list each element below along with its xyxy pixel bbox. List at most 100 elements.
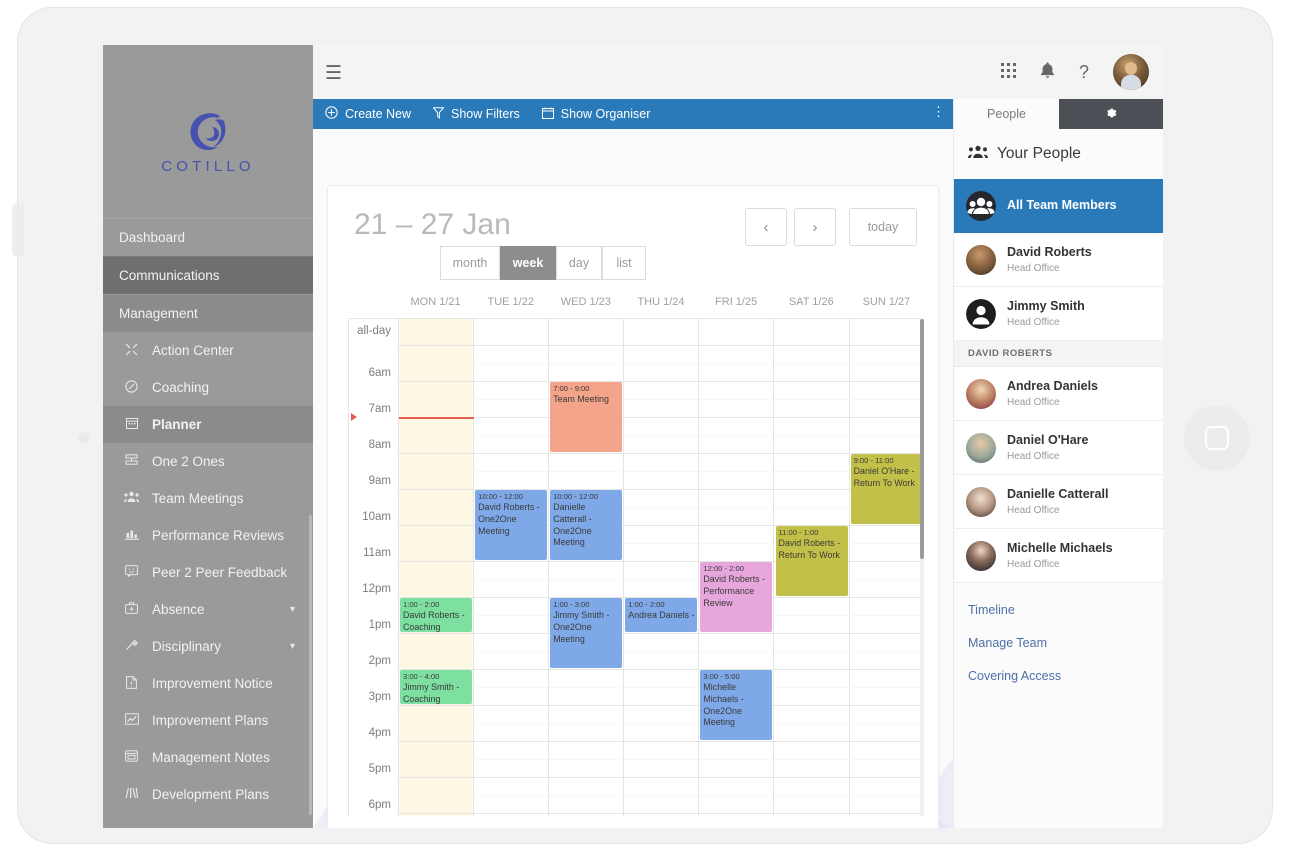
tab-settings[interactable] [1059,99,1163,129]
create-new-button[interactable]: Create New [325,106,411,122]
person-row-michelle-michaels[interactable]: Michelle Michaels Head Office [954,529,1163,583]
next-week-button[interactable]: › [794,208,836,246]
avatar [966,378,996,409]
half-hour-line [399,651,924,652]
person-row-danielle-catterall[interactable]: Danielle Catterall Head Office [954,475,1163,529]
sidebar-item-label: Performance Reviews [152,528,285,543]
person-office: Head Office [1007,450,1060,462]
view-button-list[interactable]: list [602,246,646,280]
calendar-event[interactable]: 12:00 - 2:00 David Roberts - Performance … [700,562,773,632]
sidebar-item-improvement-plans[interactable]: Improvement Plans [103,702,313,739]
event-title: David Roberts - One2One Meeting [478,502,540,536]
half-hour-line [399,471,924,472]
sidebar-item-team-meetings[interactable]: Team Meetings [103,480,313,517]
hour-line [399,633,924,634]
person-row-all-team-members[interactable]: All Team Members [954,179,1163,233]
user-avatar[interactable] [1113,54,1149,90]
view-button-week[interactable]: week [500,246,556,280]
avatar [966,540,996,571]
person-row-daniel-o-hare[interactable]: Daniel O'Hare Head Office [954,421,1163,475]
event-title: Jimmy Smith - One2One Meeting [553,610,610,644]
event-title: David Roberts - Coaching [403,610,465,632]
panel-link-timeline[interactable]: Timeline [968,603,1163,617]
sidebar-item-label: Absence [152,602,205,617]
sidebar-scrollbar[interactable] [309,515,312,815]
person-info: Daniel O'Hare Head Office [1007,433,1088,462]
sidebar-item-disciplinary[interactable]: Disciplinary ▾ [103,628,313,665]
sidebar-item-communications[interactable]: Communications [103,256,313,294]
hour-line [399,417,924,418]
event-time: 12:00 - 2:00 [703,564,744,573]
calendar-event[interactable]: 1:00 - 3:00 Jimmy Smith - One2One Meeting [550,598,623,668]
calendar-scrollbar-thumb[interactable] [920,319,924,559]
sidebar-item-development-plans[interactable]: Development Plans [103,776,313,813]
sidebar-item-management[interactable]: Management [103,294,313,332]
sidebar-item-improvement-notice[interactable]: Improvement Notice [103,665,313,702]
view-button-month[interactable]: month [440,246,500,280]
tab-people[interactable]: People [954,99,1059,129]
previous-week-button[interactable]: ‹ [745,208,787,246]
calendar-event[interactable]: 1:00 - 2:00 David Roberts - Coaching [400,598,473,632]
sidebar-item-planner[interactable]: Planner [103,406,313,443]
sidebar-item-one-2-ones[interactable]: One 2 Ones [103,443,313,480]
hour-line [399,813,924,814]
today-button[interactable]: today [849,208,917,246]
calendar-grid: all-day 6am 7am 8am 9am 10am 11am 12pm 1pm 2pm 3pm… [348,318,924,816]
show-filters-button[interactable]: Show Filters [432,106,520,122]
show-organiser-button[interactable]: Show Organiser [541,107,650,122]
chevron-down-icon[interactable]: ▾ [290,604,295,615]
day-header-6: SAT 1/26 [788,296,834,308]
day-header-4: THU 1/24 [637,296,685,308]
sidebar-item-label: Peer 2 Peer Feedback [152,565,288,580]
calendar-event[interactable]: 3:00 - 5:00 Michelle Michaels - One2One M… [700,670,773,740]
person-row-david-roberts[interactable]: David Roberts Head Office [954,233,1163,287]
person-info: Michelle Michaels Head Office [1007,541,1113,570]
chevron-down-icon[interactable]: ▾ [290,641,295,652]
calendar-event[interactable]: 7:00 - 9:00 Team Meeting [550,382,623,452]
calendar-event[interactable]: 11:00 - 1:00 David Roberts - Return To Wo… [775,526,848,596]
person-row-andrea-daniels[interactable]: Andrea Daniels Head Office [954,367,1163,421]
notifications-bell-icon[interactable] [1040,62,1055,83]
panel-link-manage-team[interactable]: Manage Team [968,636,1163,650]
sidebar-item-peer-2-peer-feedback[interactable]: Peer 2 Peer Feedback [103,554,313,591]
sidebar-item-action-center[interactable]: Action Center [103,332,313,369]
calendar-card: 21 – 27 Jan month week day list ‹ › toda… [327,185,939,828]
event-time: 1:00 - 2:00 [403,600,440,609]
calendar-event[interactable]: 10:00 - 12:00 Danielle Catterall - One2On… [550,490,623,560]
calendar-event[interactable]: 1:00 - 2:00 Andrea Daniels - [625,598,698,632]
calendar-event[interactable]: 10:00 - 12:00 David Roberts - One2One Mee… [475,490,548,560]
help-icon[interactable]: ? [1079,63,1089,81]
calendar-event[interactable]: 9:00 - 11:00 Daniel O'Hare - Return To Wo… [850,454,923,524]
sidebar-item-performance-reviews[interactable]: Performance Reviews [103,517,313,554]
notes-icon [121,750,142,765]
person-name: Jimmy Smith [1007,299,1085,314]
sidebar-item-management-notes[interactable]: Management Notes [103,739,313,776]
panel-link-covering-access[interactable]: Covering Access [968,669,1163,683]
time-label-10am: 10am [362,511,391,523]
apps-grid-icon[interactable] [1000,62,1016,82]
your-people-label: Your People [997,145,1081,162]
view-button-day[interactable]: day [556,246,602,280]
hour-line [399,777,924,778]
hamburger-menu-icon[interactable]: ☰ [325,62,342,85]
tablet-device-frame: COTILLO Dashboard Communications Managem… [6,8,1272,843]
day-header-3: WED 1/23 [560,296,611,308]
event-time: 3:00 - 4:00 [403,672,440,681]
group-header: DAVID ROBERTS [954,341,1163,367]
event-time: 3:00 - 5:00 [703,672,740,681]
gutter-spacer [348,296,398,318]
device-home-button[interactable] [1184,405,1250,471]
sidebar-item-coaching[interactable]: Coaching [103,369,313,406]
person-row-jimmy-smith[interactable]: Jimmy Smith Head Office [954,287,1163,341]
event-time: 10:00 - 12:00 [553,492,598,501]
trend-icon [121,713,142,728]
gavel-icon [121,639,142,654]
time-label-3pm: 3pm [368,691,391,703]
sidebar-item-label: Disciplinary [152,639,222,654]
people-group-icon [968,145,988,164]
person-office: Head Office [1007,558,1060,570]
sidebar-item-absence[interactable]: Absence ▾ [103,591,313,628]
sidebar-item-dashboard[interactable]: Dashboard [103,218,313,256]
calendar-event[interactable]: 3:00 - 4:00 Jimmy Smith - Coaching [400,670,473,704]
action-overflow-menu-icon[interactable]: ⋮ [932,105,945,118]
